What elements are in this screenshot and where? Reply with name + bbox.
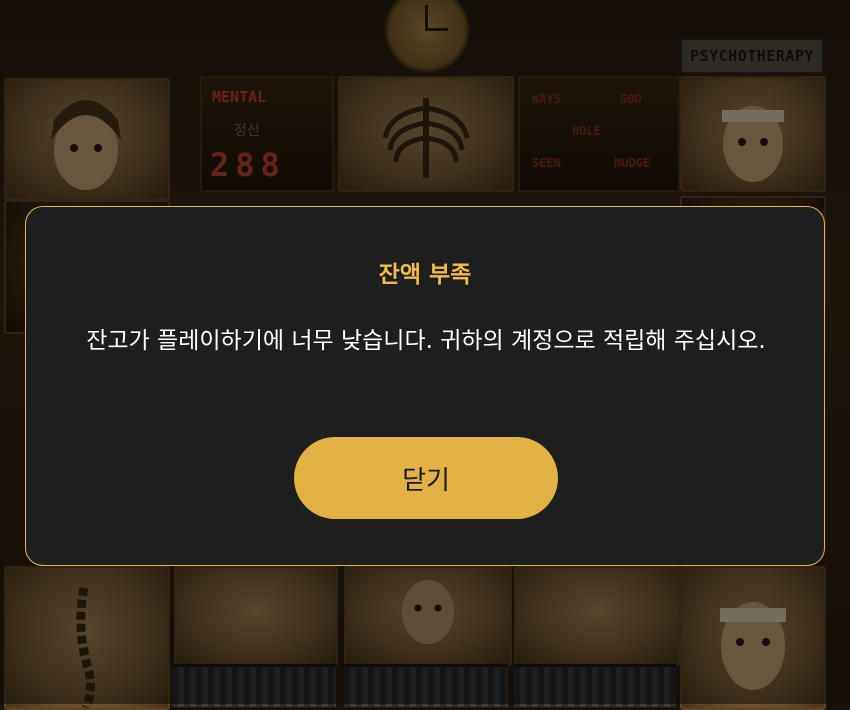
close-button[interactable]: 닫기 xyxy=(294,437,558,519)
dialog-title: 잔액 부족 xyxy=(378,262,472,288)
dialog-message: 잔고가 플레이하기에 너무 낮습니다. 귀하의 계정으로 적립해 주십시오. xyxy=(86,328,766,354)
insufficient-balance-dialog: 잔액 부족 잔고가 플레이하기에 너무 낮습니다. 귀하의 계정으로 적립해 주… xyxy=(25,206,825,566)
